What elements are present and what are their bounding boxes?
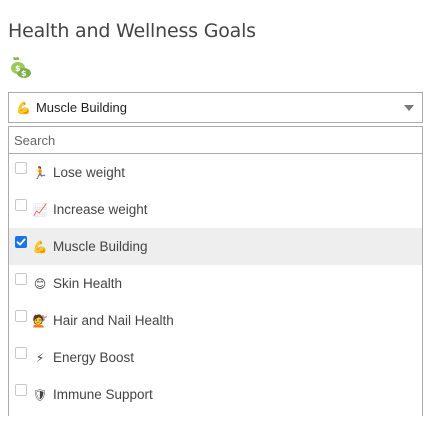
option-label: Energy Boost [53,350,135,365]
money-bag-icon: $ $ [11,56,31,78]
option-checkbox[interactable] [15,198,27,211]
haircut-icon: 💇 [32,313,48,328]
shield-icon: 🛡 [32,387,48,402]
chart-up-icon: 📈 [32,202,48,217]
option-label: Muscle Building [53,239,148,254]
list-item[interactable]: 💪 Muscle Building [9,228,422,265]
running-icon: 🏃 [32,165,48,180]
chevron-down-icon[interactable] [404,105,414,111]
option-checkbox[interactable] [15,235,27,248]
list-item[interactable]: ⚡ Energy Boost [9,339,422,376]
page-title: Health and Wellness Goals [8,20,256,42]
flexed-biceps-icon: 💪 [32,239,48,254]
option-checkbox[interactable] [15,383,27,396]
list-item[interactable]: 📈 Increase weight [9,191,422,228]
search-wrap [9,127,422,154]
option-label: Lose weight [53,165,126,180]
options-list: 🏃 Lose weight 📈 Increase weight 💪 Muscle Buil… [9,154,422,413]
list-item[interactable]: 🛡 Immune Support [9,376,422,413]
option-label: Skin Health [53,276,123,291]
option-checkbox[interactable] [15,161,27,174]
option-label: Hair and Nail Health [53,313,174,328]
dropdown-panel: 🏃 Lose weight 📈 Increase weight 💪 Muscle Buil… [8,126,423,416]
option-checkbox[interactable] [15,346,27,359]
goal-select[interactable]: 💪 Muscle Building [8,92,423,123]
list-item[interactable]: 🏃 Lose weight [9,154,422,191]
flexed-biceps-icon: 💪 [16,100,31,115]
option-checkbox[interactable] [15,309,27,322]
svg-text:$: $ [21,69,27,78]
list-item[interactable]: 😊 Skin Health [9,265,422,302]
option-label: Immune Support [53,387,153,402]
search-input[interactable] [9,127,422,153]
selected-value: Muscle Building [35,100,127,115]
option-label: Increase weight [53,202,148,217]
list-item[interactable]: 💇 Hair and Nail Health [9,302,422,339]
lightning-icon: ⚡ [35,350,45,365]
checkmark-icon [16,238,26,245]
option-checkbox[interactable] [15,272,27,285]
smiling-face-icon: 😊 [33,276,47,291]
